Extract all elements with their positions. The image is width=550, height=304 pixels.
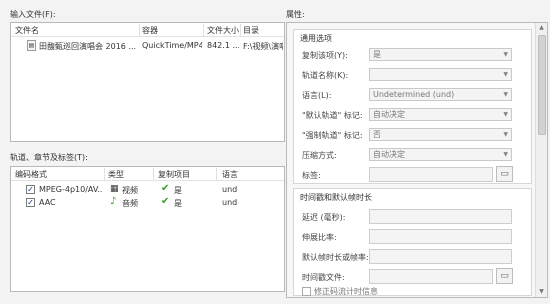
file-name: 田馥甄巡回演唱会 2016 ... xyxy=(39,42,137,51)
stretch-label: 伸展比率: xyxy=(302,233,337,242)
track-checkbox[interactable]: ✓ xyxy=(26,185,35,194)
general-options-group: 通用选项 复制该项(Y): 是 ▼ 轨道名称(K): ▼ 语言(L): Undet… xyxy=(293,29,532,184)
scroll-down-icon[interactable]: ▼ xyxy=(536,287,547,297)
tracks-list[interactable]: 编码格式 类型 复制项目 语言 ✓ MPEG-4p10/AV... ▦ 视频 ✔… xyxy=(10,166,285,292)
column-header-copy[interactable]: 复制项目 xyxy=(158,169,190,180)
language-select[interactable]: Undetermined (und) ▼ xyxy=(369,88,512,101)
timing-title: 时间戳和默认帧时长 xyxy=(300,193,372,202)
browse-button[interactable]: ▭ xyxy=(496,166,513,182)
file-icon: ▤ xyxy=(27,40,36,51)
fix-bitstream-label: 修正码流计时信息 xyxy=(314,287,378,296)
column-header-container[interactable]: 容器 xyxy=(142,25,158,36)
checkmark-icon: ✔ xyxy=(161,183,170,194)
track-type: 音频 xyxy=(122,199,138,208)
track-type: 视频 xyxy=(122,186,138,195)
chevron-down-icon: ▼ xyxy=(503,91,508,98)
properties-label: 属性: xyxy=(286,10,305,19)
file-directory: F:\视频\演唱 xyxy=(243,42,283,51)
column-header-size[interactable]: 文件大小 xyxy=(207,25,239,36)
default-track-label: "默认轨道" 标记: xyxy=(302,111,363,120)
forced-track-select[interactable]: 否 ▼ xyxy=(369,128,512,141)
timing-group: 时间戳和默认帧时长 延迟 (毫秒): 伸展比率: 默认帧时长或帧率: 时间戳文件… xyxy=(293,188,532,296)
tracks-header: 编码格式 类型 复制项目 语言 xyxy=(11,167,284,181)
checkmark-icon: ✔ xyxy=(161,196,170,207)
track-language: und xyxy=(222,198,238,207)
chevron-down-icon: ▼ xyxy=(503,51,508,58)
column-header-codec[interactable]: 编码格式 xyxy=(15,169,47,180)
column-header-filename[interactable]: 文件名 xyxy=(15,25,39,36)
frame-duration-label: 默认帧时长或帧率: xyxy=(302,253,369,262)
chevron-down-icon: ▼ xyxy=(503,151,508,158)
compression-select[interactable]: 自动决定 ▼ xyxy=(369,148,512,161)
input-files-list[interactable]: 文件名 容器 文件大小 目录 ▤ 田馥甄巡回演唱会 2016 ... Quick… xyxy=(10,22,285,142)
track-codec: MPEG-4p10/AV... xyxy=(39,185,103,194)
chevron-down-icon: ▼ xyxy=(503,131,508,138)
column-header-language[interactable]: 语言 xyxy=(222,169,238,180)
properties-scrollbar[interactable]: ▲ ▼ xyxy=(535,23,547,297)
folder-icon: ▭ xyxy=(500,169,509,179)
chevron-down-icon: ▼ xyxy=(503,111,508,118)
scrollbar-thumb[interactable] xyxy=(538,35,546,135)
language-label: 语言(L): xyxy=(302,91,332,100)
track-codec: AAC xyxy=(39,198,56,207)
column-header-type[interactable]: 类型 xyxy=(108,169,124,180)
track-name-select[interactable]: ▼ xyxy=(369,68,512,81)
column-header-directory[interactable]: 目录 xyxy=(243,25,259,36)
track-copy: 是 xyxy=(174,186,182,195)
tracks-label: 轨道、章节及标签(T): xyxy=(10,153,88,162)
input-files-label: 输入文件(F): xyxy=(10,10,56,19)
chevron-down-icon: ▼ xyxy=(503,71,508,78)
default-track-select[interactable]: 自动决定 ▼ xyxy=(369,108,512,121)
compression-label: 压缩方式: xyxy=(302,151,337,160)
table-row[interactable]: ✓ AAC ♪ 音频 ✔ 是 und xyxy=(11,196,284,209)
track-checkbox[interactable]: ✓ xyxy=(26,198,35,207)
properties-panel: 通用选项 复制该项(Y): 是 ▼ 轨道名称(K): ▼ 语言(L): Undet… xyxy=(286,22,548,298)
scroll-up-icon[interactable]: ▲ xyxy=(536,23,547,33)
table-row[interactable]: ▤ 田馥甄巡回演唱会 2016 ... QuickTime/MP4 842.1 … xyxy=(11,39,284,53)
music-note-icon: ♪ xyxy=(110,196,117,207)
input-files-header: 文件名 容器 文件大小 目录 xyxy=(11,23,284,37)
delay-label: 延迟 (毫秒): xyxy=(302,213,346,222)
stretch-field[interactable] xyxy=(369,229,512,244)
fix-bitstream-checkbox[interactable] xyxy=(302,287,311,296)
file-container: QuickTime/MP4 xyxy=(142,41,202,50)
file-size: 842.1 ... xyxy=(207,41,239,50)
film-icon: ▦ xyxy=(110,184,119,194)
copy-item-label: 复制该项(Y): xyxy=(302,51,348,60)
copy-item-select[interactable]: 是 ▼ xyxy=(369,48,512,61)
timestamp-file-label: 时间戳文件: xyxy=(302,273,345,282)
forced-track-label: "强制轨道" 标记: xyxy=(302,131,363,140)
tags-field[interactable] xyxy=(369,167,493,182)
timestamp-file-field[interactable] xyxy=(369,269,493,284)
frame-duration-field[interactable] xyxy=(369,249,512,264)
delay-field[interactable] xyxy=(369,209,512,224)
tags-label: 标签: xyxy=(302,171,321,180)
track-copy: 是 xyxy=(174,199,182,208)
browse-timestamp-button[interactable]: ▭ xyxy=(496,268,513,284)
track-language: und xyxy=(222,185,238,194)
table-row[interactable]: ✓ MPEG-4p10/AV... ▦ 视频 ✔ 是 und xyxy=(11,183,284,196)
folder-icon: ▭ xyxy=(500,271,509,281)
general-options-title: 通用选项 xyxy=(300,34,332,43)
track-name-label: 轨道名称(K): xyxy=(302,71,349,80)
